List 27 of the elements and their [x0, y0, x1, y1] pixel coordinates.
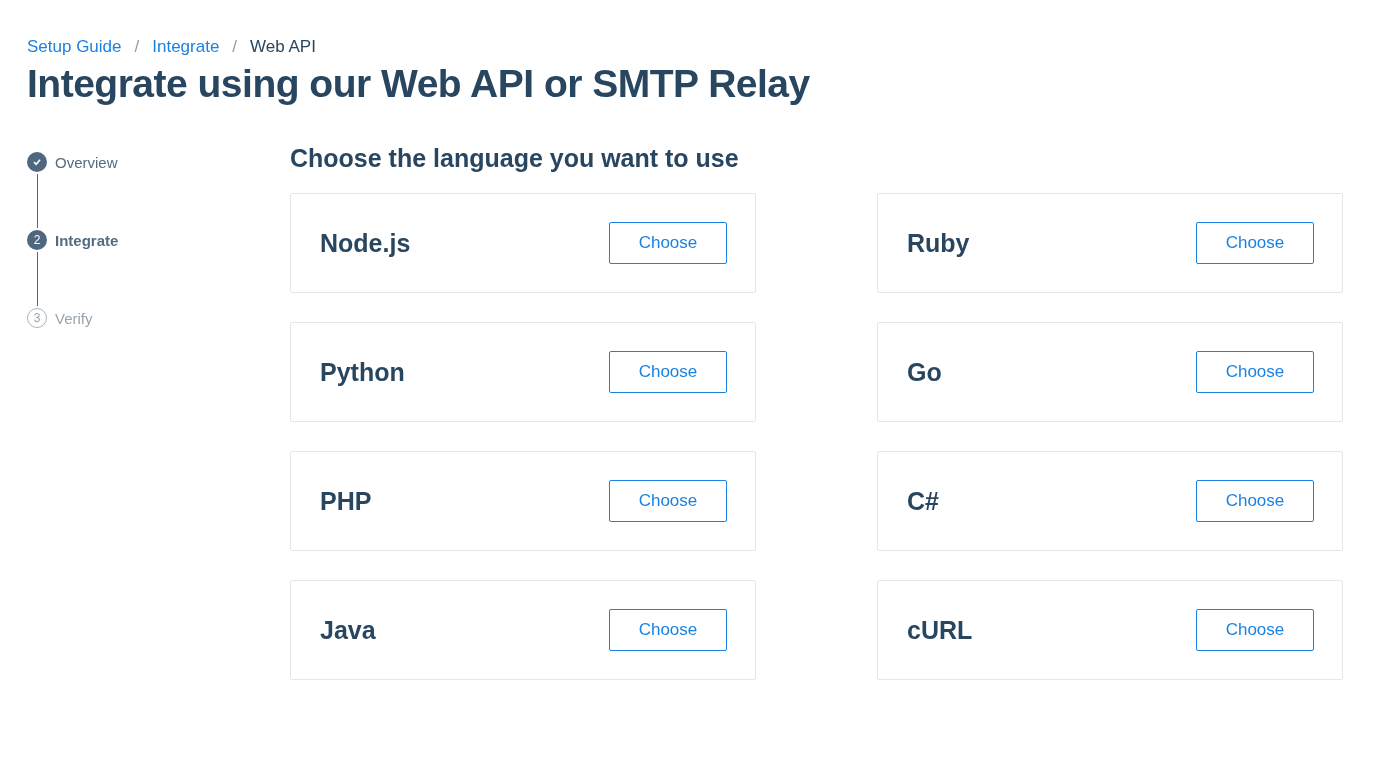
language-name: Node.js [320, 228, 411, 258]
section-heading: Choose the language you want to use [290, 144, 740, 173]
page-title: Integrate using our Web API or SMTP Relay [27, 62, 811, 106]
step-label[interactable]: Integrate [55, 231, 119, 249]
choose-button[interactable]: Choose [609, 480, 727, 522]
language-name: Python [320, 357, 405, 387]
language-name: Go [907, 357, 942, 387]
breadcrumb-link[interactable]: Integrate [152, 37, 220, 57]
choose-button[interactable]: Choose [609, 609, 727, 651]
choose-button[interactable]: Choose [1196, 222, 1314, 264]
choose-button[interactable]: Choose [609, 222, 727, 264]
language-name: C# [907, 486, 939, 516]
choose-button[interactable]: Choose [1196, 480, 1314, 522]
language-name: Ruby [907, 228, 970, 258]
breadcrumb-current: Web API [250, 37, 316, 57]
step-label[interactable]: Verify [55, 309, 93, 327]
language-name: PHP [320, 486, 372, 516]
breadcrumb-separator: / [232, 37, 238, 57]
language-name: cURL [907, 615, 973, 645]
language-name: Java [320, 615, 376, 645]
choose-button[interactable]: Choose [1196, 609, 1314, 651]
choose-button[interactable]: Choose [1196, 351, 1314, 393]
step-number: 2 [27, 230, 47, 250]
breadcrumb-separator: / [134, 37, 140, 57]
step-label[interactable]: Overview [55, 153, 118, 171]
choose-button[interactable]: Choose [609, 351, 727, 393]
breadcrumb-link[interactable]: Setup Guide [27, 37, 122, 57]
